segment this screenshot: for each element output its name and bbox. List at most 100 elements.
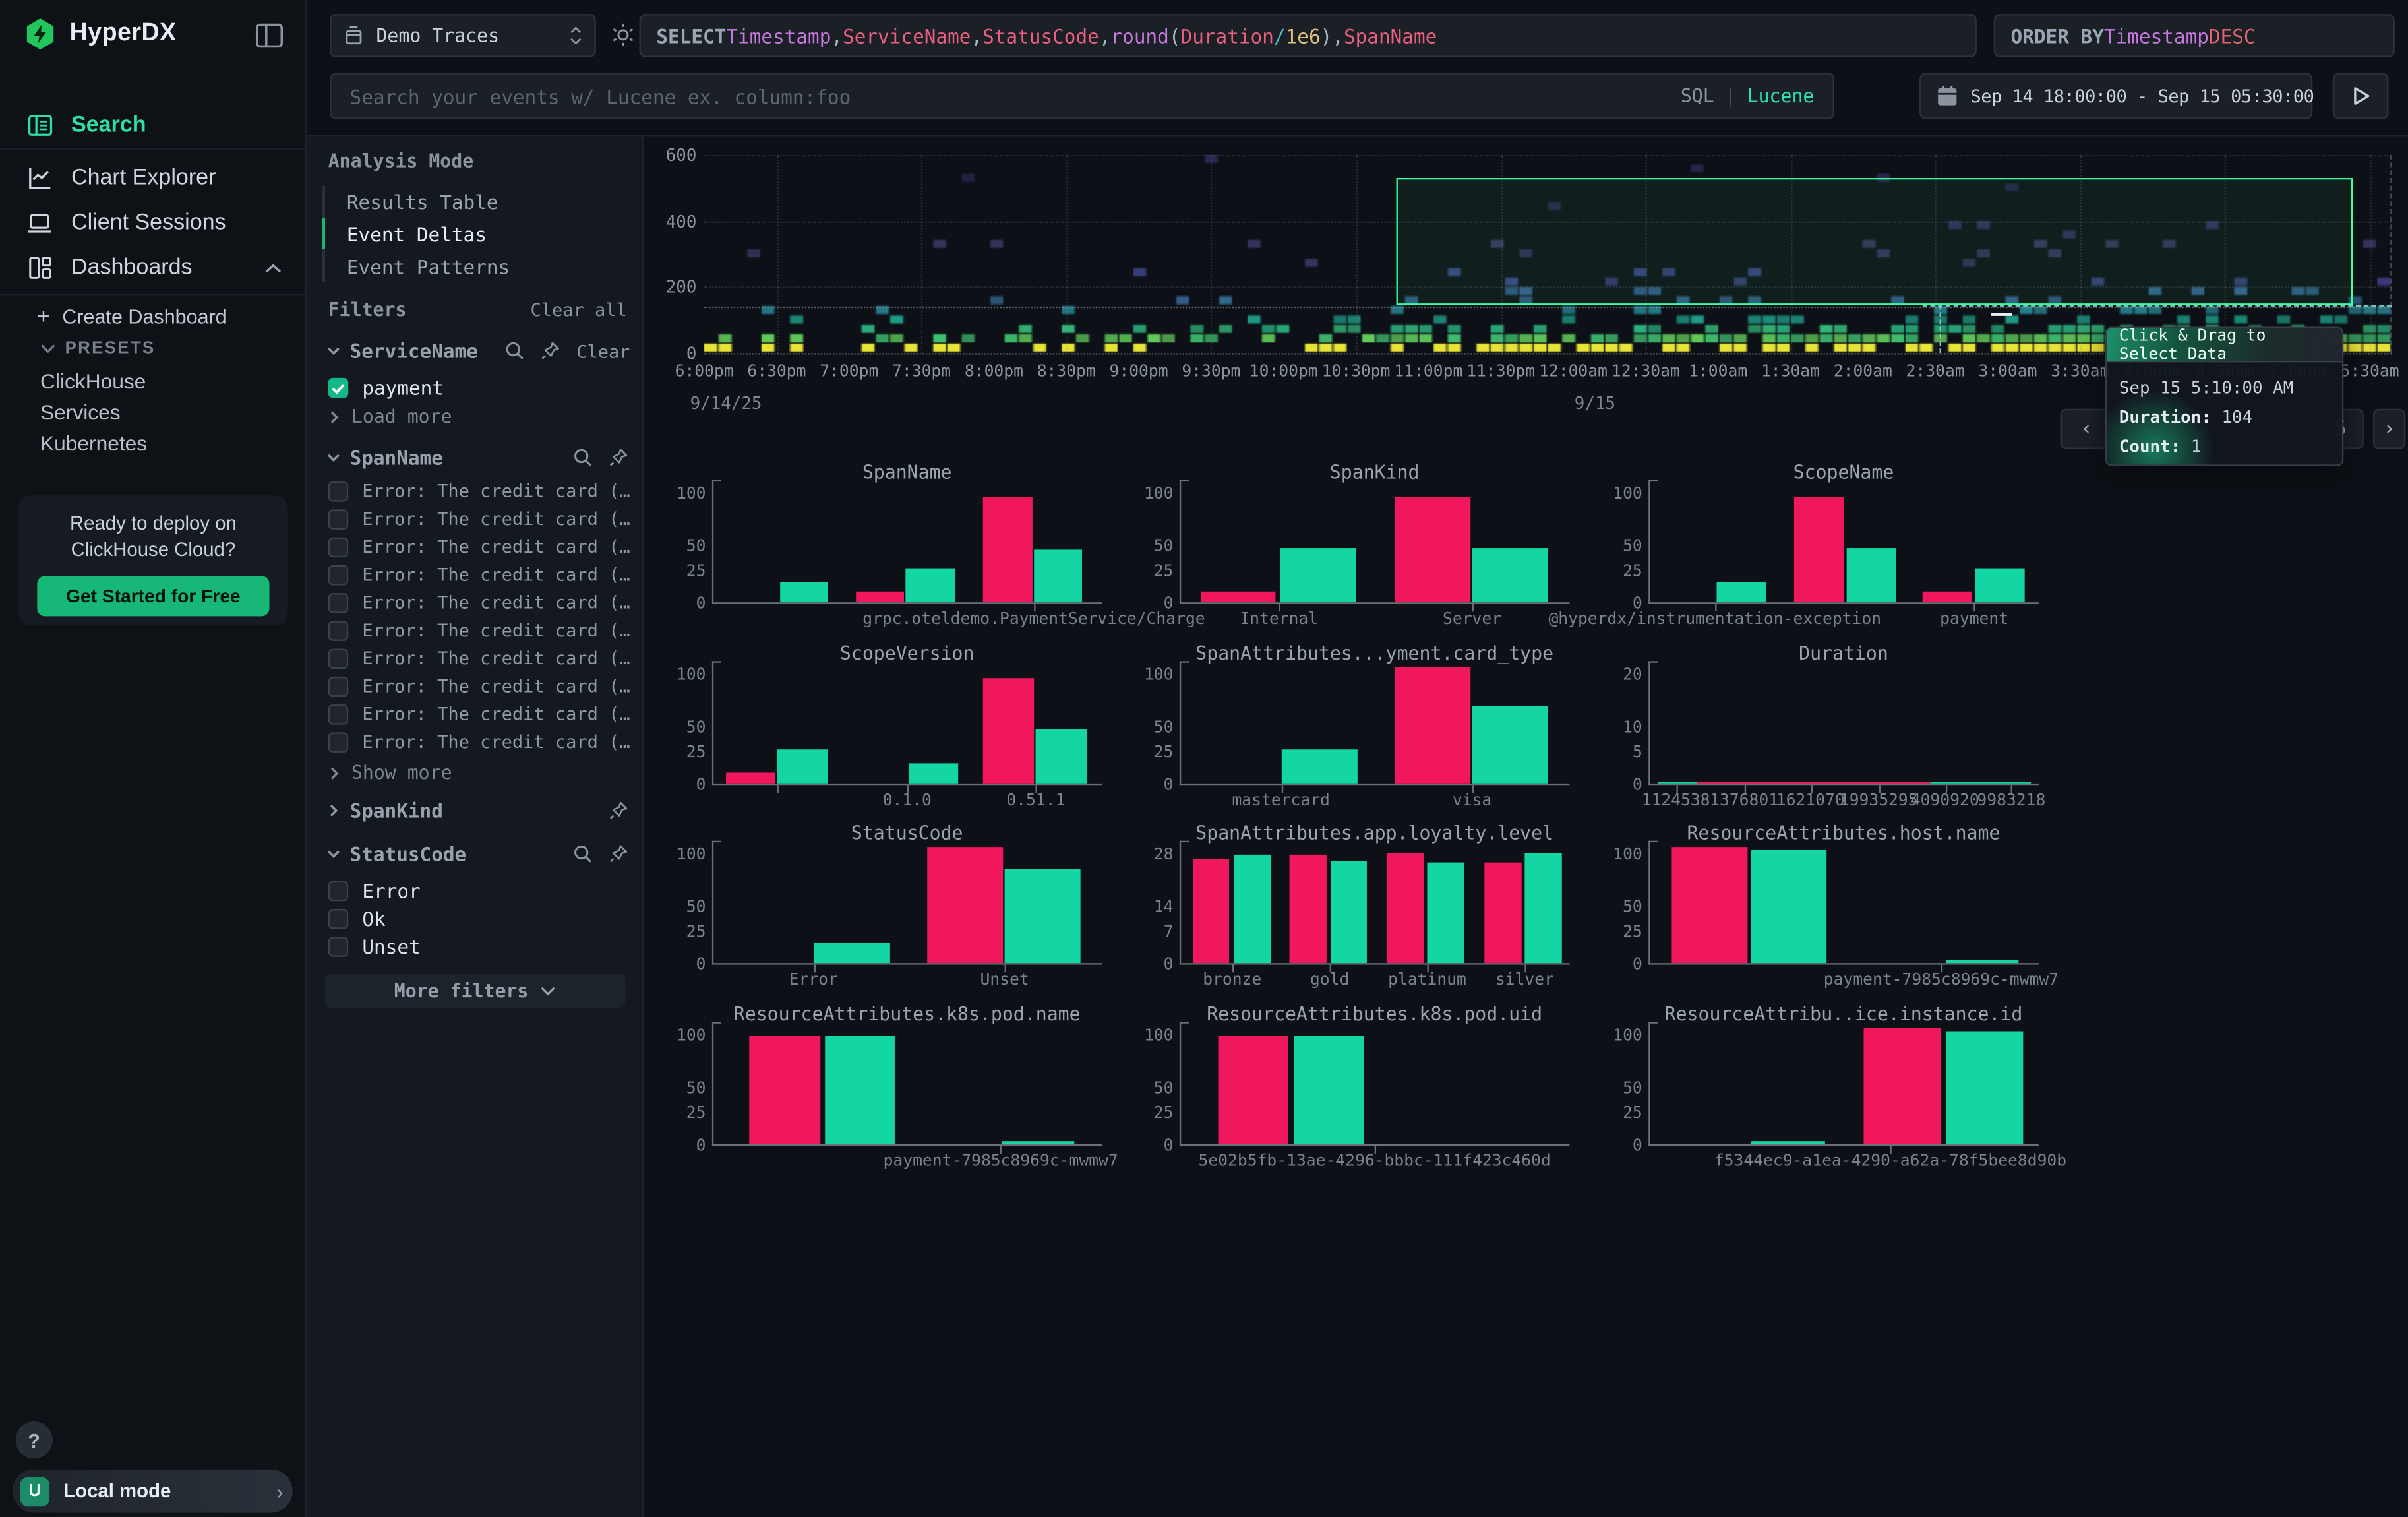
search-icon[interactable] xyxy=(573,843,595,865)
search-placeholder: Search your events w/ Lucene ex. column:… xyxy=(350,84,1681,108)
filter-option-row[interactable]: Error: The credit card (… xyxy=(328,592,630,613)
bar xyxy=(1945,960,2019,963)
get-started-button[interactable]: Get Started for Free xyxy=(37,576,269,616)
order-by-input[interactable]: ORDER BY Timestamp DESC xyxy=(1994,14,2395,57)
create-dashboard-button[interactable]: + Create Dashboard xyxy=(0,299,307,333)
checkbox-icon[interactable] xyxy=(328,731,349,752)
more-filters-label: More filters xyxy=(394,980,529,1002)
checkbox-icon[interactable] xyxy=(328,509,349,529)
filter-option-label: Error: The credit card (… xyxy=(362,647,630,669)
crosshair-horizontal xyxy=(1923,305,2392,307)
local-mode-button[interactable]: U Local mode › xyxy=(13,1470,293,1513)
mode-toggle-lucene[interactable]: Lucene xyxy=(1747,85,1815,107)
laptop-icon xyxy=(26,210,53,236)
section-servicename[interactable]: ServiceName Clear xyxy=(325,339,630,362)
filter-option-ok[interactable]: Ok xyxy=(328,908,386,931)
y-tick-label: 100 xyxy=(1136,666,1173,685)
filter-option-row[interactable]: Error: The credit card (… xyxy=(328,647,630,669)
search-icon[interactable] xyxy=(573,447,595,468)
sidebar-item-clickhouse[interactable]: ClickHouse xyxy=(0,365,307,396)
promo-text: Ready to deploy on xyxy=(18,511,287,538)
pagination-next-button[interactable]: › xyxy=(2373,409,2405,449)
checkbox-icon[interactable] xyxy=(328,620,349,640)
mode-event-deltas[interactable]: Event Deltas xyxy=(347,218,487,249)
filter-option-row[interactable]: Error: The credit card (… xyxy=(328,480,630,502)
x-tick-label: 0.51.1 xyxy=(1006,791,1065,810)
sidebar-item-services[interactable]: Services xyxy=(0,396,307,427)
sidebar-item-chart-explorer[interactable]: Chart Explorer xyxy=(0,155,307,201)
presets-toggle[interactable]: PRESETS xyxy=(0,333,307,364)
checkbox-icon[interactable] xyxy=(328,909,349,929)
checkbox-icon[interactable] xyxy=(328,565,349,585)
gridline xyxy=(777,155,778,353)
checkbox-icon[interactable] xyxy=(328,648,349,668)
sidebar-item-dashboards[interactable]: Dashboards xyxy=(0,245,307,291)
search-input[interactable]: Search your events w/ Lucene ex. column:… xyxy=(330,73,1834,119)
drag-selection-box[interactable] xyxy=(1396,178,2353,305)
section-statuscode[interactable]: StatusCode xyxy=(325,842,630,865)
filter-option-row[interactable]: Error: The credit card (… xyxy=(328,564,630,586)
section-title: StatusCode xyxy=(350,842,559,865)
load-more-button[interactable]: Load more xyxy=(328,406,452,427)
checkbox-icon[interactable] xyxy=(328,881,349,902)
checkbox-icon[interactable] xyxy=(328,481,349,501)
sidebar-item-search[interactable]: Search xyxy=(0,102,307,148)
sidebar-collapse-icon[interactable] xyxy=(255,23,283,48)
gear-icon[interactable] xyxy=(610,22,638,49)
filter-option-row[interactable]: Error: The credit card (… xyxy=(328,675,630,697)
bar xyxy=(1218,1036,1288,1144)
y-tick-label: 25 xyxy=(669,563,706,581)
chart-title: Duration xyxy=(1648,642,2039,664)
checkbox-checked-icon[interactable] xyxy=(328,378,349,398)
filters-header: Filters Clear all xyxy=(328,299,627,321)
help-button[interactable]: ? xyxy=(15,1421,52,1458)
time-range-picker[interactable]: Sep 14 18:00:00 - Sep 15 05:30:00 xyxy=(1919,73,2312,119)
checkbox-icon[interactable] xyxy=(328,704,349,724)
mode-toggle-sql[interactable]: SQL xyxy=(1681,85,1714,107)
axis-hook xyxy=(712,661,721,667)
sidebar-item-kubernetes[interactable]: Kubernetes xyxy=(0,427,307,458)
clear-section-button[interactable]: Clear xyxy=(576,340,630,361)
filter-option-row[interactable]: Error: The credit card (… xyxy=(328,619,630,641)
filter-option-payment[interactable]: payment xyxy=(328,376,444,399)
brand[interactable]: HyperDX xyxy=(25,18,177,49)
checkbox-icon[interactable] xyxy=(328,592,349,613)
mode-results-table[interactable]: Results Table xyxy=(347,186,498,217)
pin-icon[interactable] xyxy=(541,340,562,361)
checkbox-icon[interactable] xyxy=(328,937,349,957)
bar xyxy=(1193,859,1230,963)
clear-all-button[interactable]: Clear all xyxy=(530,299,626,321)
more-filters-button[interactable]: More filters xyxy=(325,974,625,1008)
sql-select-input[interactable]: SELECT Timestamp, ServiceName, StatusCod… xyxy=(640,14,1977,57)
show-more-button[interactable]: Show more xyxy=(328,762,452,784)
bar xyxy=(855,592,904,602)
heatmap-x-tick: 2:30am xyxy=(1906,362,1965,381)
section-spankind[interactable]: SpanKind xyxy=(325,799,630,822)
filter-option-error[interactable]: Error xyxy=(328,879,421,902)
delta-chart-resourceattribu-ice-instance-id: ResourceAttribu..ice.instance.id10050250… xyxy=(1605,1003,2054,1177)
bar xyxy=(1034,549,1083,602)
pin-icon[interactable] xyxy=(609,843,630,865)
axis-hook xyxy=(1648,841,1658,847)
y-tick-label: 25 xyxy=(1136,1105,1173,1123)
bar xyxy=(1671,847,1747,963)
filter-option-row[interactable]: Error: The credit card (… xyxy=(328,731,630,753)
filter-option-row[interactable]: Error: The credit card (… xyxy=(328,536,630,557)
local-mode-label: Local mode xyxy=(63,1480,276,1502)
section-spanname[interactable]: SpanName xyxy=(325,446,630,469)
filter-option-label: Error: The credit card (… xyxy=(362,731,630,753)
checkbox-icon[interactable] xyxy=(328,536,349,557)
gridline xyxy=(2370,155,2371,353)
filter-option-row[interactable]: Error: The credit card (… xyxy=(328,508,630,530)
duration-heatmap[interactable] xyxy=(704,155,2392,353)
checkbox-icon[interactable] xyxy=(328,676,349,697)
filter-option-row[interactable]: Error: The credit card (… xyxy=(328,703,630,725)
search-icon[interactable] xyxy=(505,340,527,361)
pin-icon[interactable] xyxy=(609,447,630,468)
run-query-button[interactable] xyxy=(2333,73,2389,119)
source-select[interactable]: Demo Traces xyxy=(330,14,596,57)
mode-event-patterns[interactable]: Event Patterns xyxy=(347,251,510,282)
pin-icon[interactable] xyxy=(609,800,630,822)
filter-option-unset[interactable]: Unset xyxy=(328,935,421,958)
sidebar-item-client-sessions[interactable]: Client Sessions xyxy=(0,200,307,246)
